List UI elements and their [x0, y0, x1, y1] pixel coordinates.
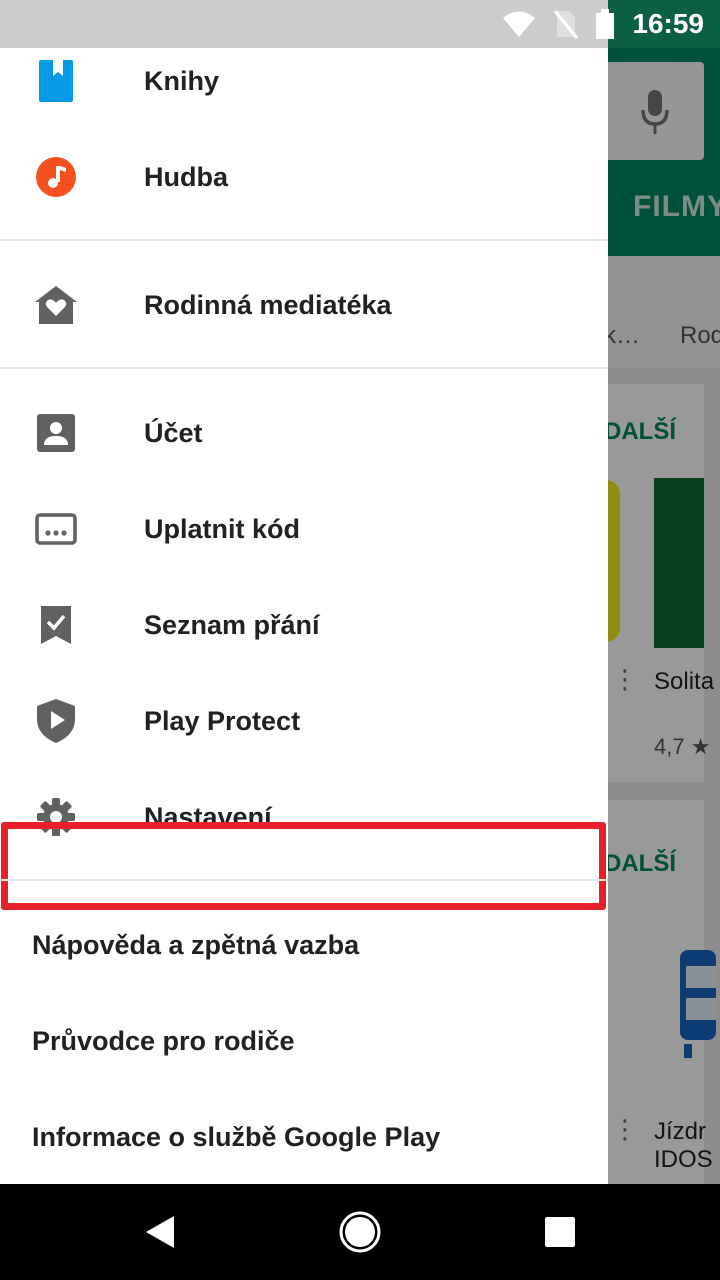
redeem-icon: [34, 507, 78, 551]
drawer-item-label: Hudba: [144, 162, 228, 192]
music-icon: [34, 155, 78, 199]
drawer-item-label: Uplatnit kód: [144, 514, 300, 544]
drawer-item-account[interactable]: Účet: [0, 385, 608, 481]
drawer-item-play-protect[interactable]: Play Protect: [0, 673, 608, 769]
drawer-item-label: Účet: [144, 418, 203, 448]
divider: [0, 367, 608, 369]
books-icon: [34, 59, 78, 103]
drawer-item-label: Seznam přání: [144, 610, 320, 640]
wishlist-icon: [34, 603, 78, 647]
wifi-icon: [503, 11, 536, 37]
home-button[interactable]: [312, 1184, 408, 1280]
drawer-item-help[interactable]: Nápověda a zpětná vazba: [0, 897, 608, 993]
back-icon: [146, 1216, 174, 1248]
account-icon: [34, 411, 78, 455]
drawer-item-wishlist[interactable]: Seznam přání: [0, 577, 608, 673]
drawer-item-family-library[interactable]: Rodinná mediatéka: [0, 257, 608, 353]
drawer-item-music[interactable]: Hudba: [0, 129, 608, 225]
system-nav-bar: [0, 1184, 720, 1280]
drawer-item-label: Průvodce pro rodiče: [32, 1026, 295, 1056]
home-icon: [339, 1211, 381, 1253]
drawer-item-label: Informace o službě Google Play: [32, 1122, 441, 1152]
drawer-item-label: Knihy: [144, 66, 220, 96]
back-button[interactable]: [112, 1184, 208, 1280]
battery-icon: [596, 9, 615, 39]
divider: [0, 239, 608, 241]
drawer-item-label: Nápověda a zpětná vazba: [32, 930, 360, 960]
divider: [0, 879, 608, 881]
drawer-item-label: Play Protect: [144, 706, 301, 736]
recents-button[interactable]: [512, 1184, 608, 1280]
drawer-item-redeem[interactable]: Uplatnit kód: [0, 481, 608, 577]
play-protect-icon: [34, 699, 78, 743]
drawer-item-books[interactable]: Knihy: [0, 48, 608, 129]
recents-icon: [545, 1217, 575, 1247]
drawer-item-parent-guide[interactable]: Průvodce pro rodiče: [0, 993, 608, 1089]
clock: 16:59: [632, 8, 704, 39]
status-bar: 16:59: [0, 0, 720, 48]
navigation-drawer: Knihy Hudba Rodinná mediatéka Účet Uplat…: [0, 48, 608, 1184]
family-library-icon: [34, 283, 78, 327]
drawer-item-about[interactable]: Informace o službě Google Play: [0, 1089, 608, 1184]
no-sim-icon: [554, 10, 579, 39]
drawer-item-label: Rodinná mediatéka: [144, 290, 392, 320]
